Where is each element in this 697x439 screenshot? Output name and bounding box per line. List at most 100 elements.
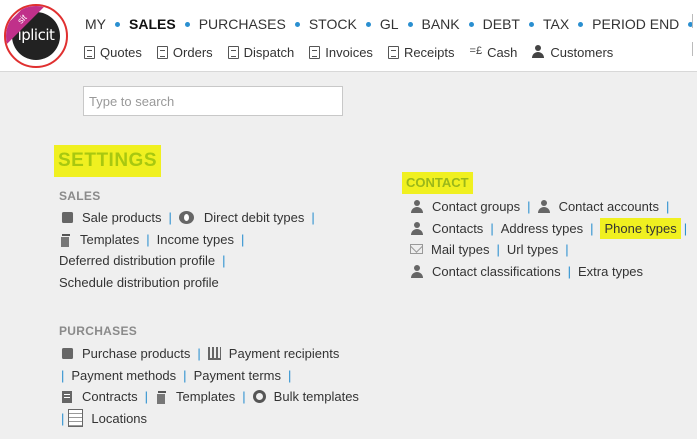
receipt-icon	[387, 45, 399, 59]
separator: |	[496, 241, 500, 257]
separator: |	[168, 209, 172, 225]
nav-debt[interactable]: DEBT	[483, 16, 520, 32]
link-payment-recipients[interactable]: Payment recipients	[207, 346, 339, 361]
subnav-customers[interactable]: Customers	[532, 45, 613, 60]
link-income-types[interactable]: Income types	[157, 232, 234, 247]
section-title-purchases: PURCHASES	[59, 324, 138, 338]
link-phone-types[interactable]: Phone types	[600, 217, 681, 239]
link-label: Contact classifications	[432, 263, 561, 279]
subnav-quotes[interactable]: Quotes	[84, 45, 142, 60]
person-icon	[411, 264, 424, 278]
separator: |	[311, 209, 315, 225]
contact-line-4: Contact classifications | Extra types	[411, 261, 643, 281]
link-contacts[interactable]: Contacts	[411, 221, 483, 236]
templates-icon	[155, 390, 168, 405]
subnav-label: Orders	[172, 44, 213, 60]
subnav-dispatch[interactable]: Dispatch	[227, 44, 295, 60]
separator: |	[567, 263, 572, 279]
link-label: Contracts	[82, 388, 138, 404]
mail-icon	[410, 244, 423, 254]
search-input[interactable]	[83, 86, 343, 116]
nav-overflow-divider	[692, 14, 693, 28]
separator: |	[146, 231, 150, 247]
link-purchase-templates[interactable]: Templates	[155, 388, 236, 405]
link-bulk-templates[interactable]: Bulk templates	[252, 389, 359, 404]
nav-dot	[578, 21, 584, 27]
link-address-types[interactable]: Address types	[501, 221, 583, 236]
link-label: Contact groups	[432, 198, 521, 214]
nav-bank[interactable]: BANK	[422, 16, 460, 32]
link-label: Templates	[80, 231, 140, 247]
page-title: SETTINGS	[54, 145, 162, 177]
subnav-overflow-divider	[692, 42, 693, 56]
link-sale-products[interactable]: Sale products	[61, 210, 162, 225]
box-icon	[61, 211, 74, 223]
direct-debit-icon	[178, 210, 194, 224]
nav-stock[interactable]: STOCK	[309, 16, 357, 32]
subnav-invoices[interactable]: Invoices	[309, 45, 373, 60]
link-payment-methods[interactable]: Payment methods	[71, 368, 176, 383]
subnav-receipts[interactable]: Receipts	[387, 44, 455, 60]
link-label: Contacts	[432, 220, 484, 236]
nav-dot	[184, 21, 190, 27]
link-payment-terms[interactable]: Payment terms	[194, 368, 281, 383]
separator: |	[240, 231, 245, 247]
separator: |	[565, 241, 569, 257]
nav-gl[interactable]: GL	[380, 16, 399, 32]
subnav-label: Receipts	[403, 44, 455, 60]
contact-line-2: Contacts | Address types | Phone types |	[411, 217, 694, 239]
nav-purchases[interactable]: PURCHASES	[199, 16, 286, 32]
subnav-label: Customers	[550, 44, 614, 60]
document-icon	[309, 45, 321, 59]
nav-period-end[interactable]: PERIOD END	[592, 16, 679, 32]
company-logo[interactable]: iplicit sit	[4, 4, 68, 68]
subnav-label: Cash	[487, 44, 518, 60]
link-purchase-products[interactable]: Purchase products	[61, 346, 190, 361]
sales-line-1: Sale products | Direct debit types |	[61, 207, 322, 227]
link-mail-types[interactable]: Mail types	[410, 242, 490, 257]
nav-tax[interactable]: TAX	[543, 16, 569, 32]
link-locations[interactable]: Locations	[68, 409, 147, 427]
link-schedule-distribution-profile[interactable]: Schedule distribution profile	[59, 275, 219, 290]
sales-line-3: Deferred distribution profile |	[59, 250, 232, 270]
building-icon	[207, 346, 221, 360]
link-extra-types[interactable]: Extra types	[578, 264, 643, 279]
purchases-line-4: | Locations	[61, 408, 147, 428]
link-label: Purchase products	[82, 345, 191, 361]
top-nav: MY SALES PURCHASES STOCK GL BANK DEBT TA…	[85, 14, 697, 34]
purchases-line-1: Purchase products | Payment recipients	[61, 343, 339, 363]
sales-line-4: Schedule distribution profile	[59, 272, 219, 292]
separator: |	[61, 367, 65, 383]
person-icon	[537, 199, 551, 213]
link-deferred-distribution-profile[interactable]: Deferred distribution profile	[59, 253, 215, 268]
nav-dot	[115, 21, 120, 27]
separator: |	[144, 388, 149, 404]
nav-sales[interactable]: SALES	[129, 16, 176, 32]
link-label: Templates	[176, 388, 236, 404]
nav-dot	[468, 21, 474, 27]
link-contact-accounts[interactable]: Contact accounts	[537, 199, 659, 214]
nav-dot	[294, 21, 300, 27]
nav-my[interactable]: MY	[85, 16, 106, 32]
separator: |	[590, 220, 594, 236]
document-icon	[156, 45, 168, 59]
subnav-orders[interactable]: Orders	[156, 44, 213, 60]
subnav-cash[interactable]: =£ Cash	[470, 45, 518, 60]
section-title-sales: SALES	[59, 189, 101, 203]
templates-icon	[59, 233, 72, 248]
purchases-line-3: Contracts | Templates | Bulk templates	[61, 386, 359, 406]
nav-dot	[407, 21, 413, 27]
link-contracts[interactable]: Contracts	[61, 389, 138, 404]
sub-nav: Quotes Orders Dispatch Invoices Receipts…	[84, 42, 628, 62]
subnav-label: Invoices	[325, 44, 373, 60]
link-direct-debit-types[interactable]: Direct debit types	[178, 210, 304, 225]
link-templates[interactable]: Templates	[59, 231, 140, 248]
link-url-types[interactable]: Url types	[507, 242, 558, 257]
separator: |	[527, 198, 531, 214]
link-contact-groups[interactable]: Contact groups	[411, 199, 520, 214]
purchases-line-2: | Payment methods | Payment terms |	[61, 365, 298, 385]
separator: |	[197, 345, 201, 361]
link-contact-classifications[interactable]: Contact classifications	[411, 264, 561, 279]
nav-dot	[365, 21, 371, 27]
subnav-label: Dispatch	[243, 44, 295, 60]
